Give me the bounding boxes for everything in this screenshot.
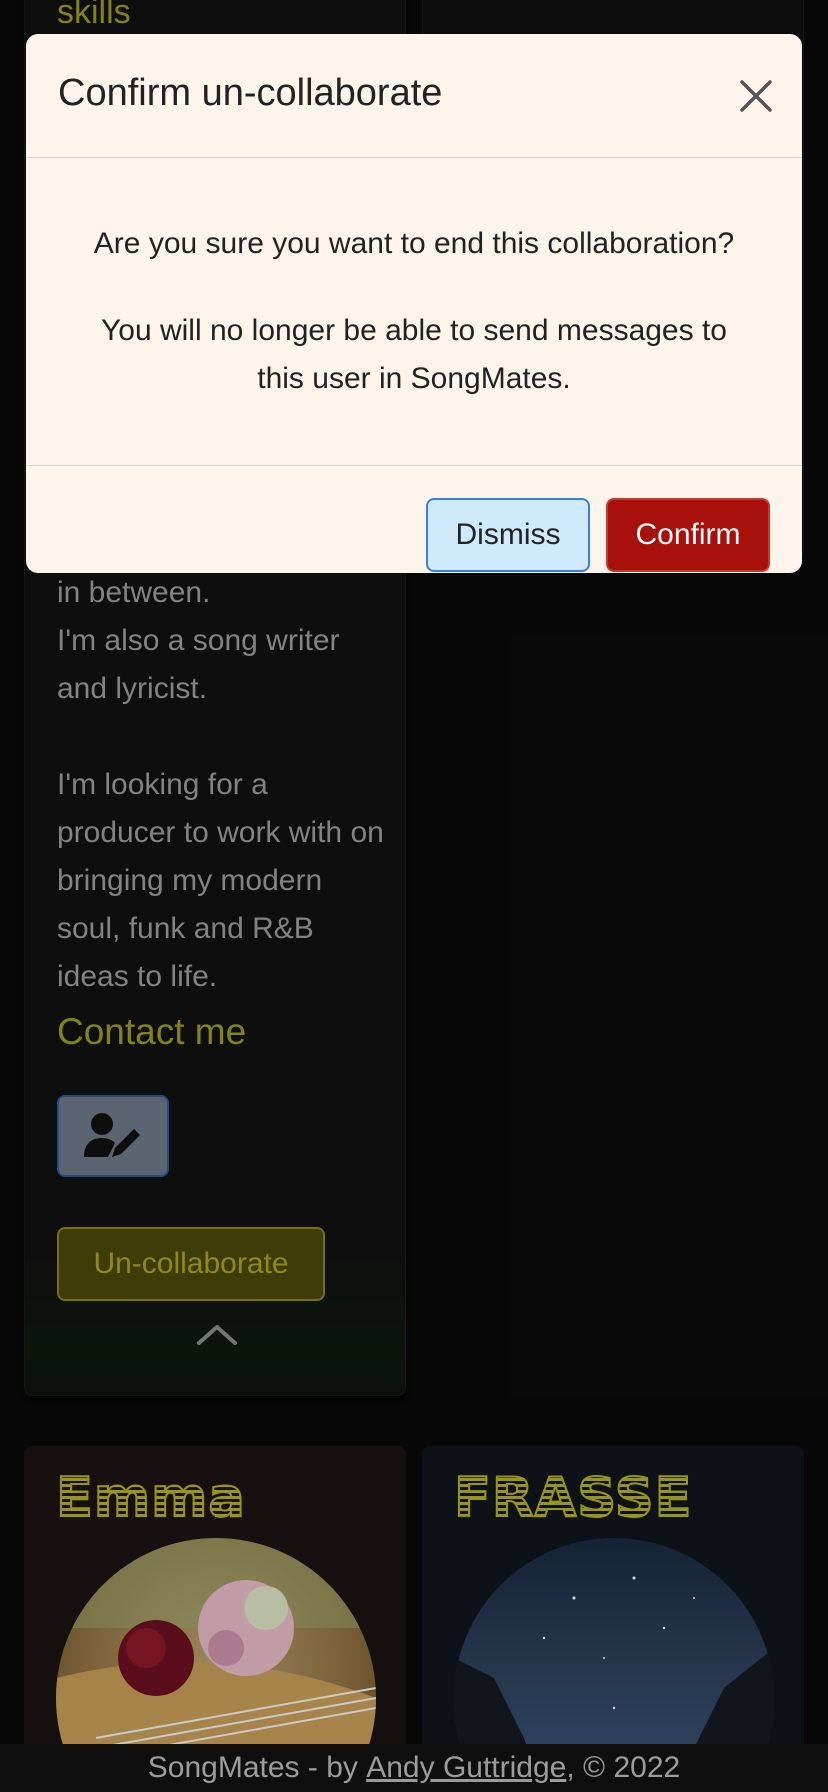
modal-question: Are you sure you want to end this collab… — [93, 227, 735, 260]
confirm-uncollaborate-modal: Confirm un-collaborate Are you sure you … — [26, 34, 802, 573]
modal-body: Are you sure you want to end this collab… — [26, 159, 802, 466]
modal-header: Confirm un-collaborate — [26, 34, 802, 158]
modal-title: Confirm un-collaborate — [58, 72, 443, 114]
modal-note: You will no longer be able to send messa… — [101, 314, 727, 395]
close-icon[interactable] — [736, 76, 776, 116]
confirm-button[interactable]: Confirm — [606, 498, 770, 572]
dismiss-button[interactable]: Dismiss — [426, 498, 590, 572]
